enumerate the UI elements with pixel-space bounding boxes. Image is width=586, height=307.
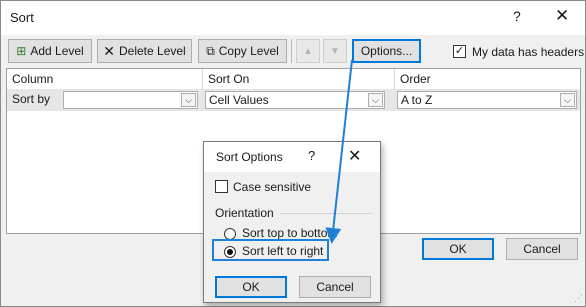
- my-data-headers-label: My data has headers: [472, 45, 585, 59]
- add-level-button[interactable]: ⊞ Add Level: [8, 39, 92, 63]
- sort-on-select[interactable]: Cell Values ⌵: [205, 91, 385, 109]
- title-bar: Sort ? ✕: [1, 1, 585, 35]
- options-ok-label: OK: [242, 280, 260, 294]
- left-to-right-highlight: [212, 239, 329, 261]
- add-level-icon: ⊞: [16, 44, 27, 58]
- close-icon[interactable]: ✕: [348, 146, 361, 166]
- delete-icon: ✕: [103, 42, 115, 59]
- delete-level-button[interactable]: ✕ Delete Level: [97, 39, 192, 63]
- order-select[interactable]: A to Z ⌵: [397, 91, 577, 109]
- sort-options-dialog: Sort Options ? ✕ Case sensitive Orientat…: [203, 141, 381, 303]
- order-select-value: A to Z: [401, 93, 433, 107]
- top-to-bottom-label: Sort top to bottom: [242, 226, 338, 240]
- add-level-label: Add Level: [30, 44, 84, 58]
- sort-options-title-bar: Sort Options ? ✕: [204, 142, 380, 172]
- cancel-label: Cancel: [523, 242, 561, 256]
- help-icon[interactable]: ?: [513, 8, 521, 24]
- orientation-label: Orientation: [215, 206, 274, 220]
- cancel-button[interactable]: Cancel: [506, 238, 578, 260]
- move-up-button[interactable]: ▲: [296, 39, 320, 63]
- my-data-headers-checkbox[interactable]: ✓: [453, 45, 466, 58]
- chevron-down-icon[interactable]: ⌵: [368, 93, 383, 107]
- toolbar-separator: [291, 39, 292, 63]
- dialog-title: Sort: [10, 10, 34, 25]
- options-cancel-button[interactable]: Cancel: [299, 276, 371, 298]
- column-select[interactable]: ⌵: [63, 91, 198, 109]
- sort-on-header: Sort On: [203, 69, 395, 89]
- sort-by-label: Sort by: [12, 92, 51, 106]
- sort-level-row[interactable]: Sort by ⌵ Cell Values ⌵ A to Z ⌵: [7, 89, 580, 111]
- move-down-button[interactable]: ▼: [323, 39, 347, 63]
- delete-level-label: Delete Level: [119, 44, 186, 58]
- copy-level-button[interactable]: ⧉ Copy Level: [198, 39, 287, 63]
- options-ok-button[interactable]: OK: [215, 276, 287, 298]
- case-sensitive-checkbox[interactable]: [215, 180, 228, 193]
- help-icon[interactable]: ?: [308, 148, 315, 163]
- options-label: Options...: [360, 44, 413, 58]
- options-button[interactable]: Options...: [352, 39, 421, 63]
- chevron-down-icon[interactable]: ⌵: [560, 93, 575, 107]
- move-down-icon: ▼: [330, 45, 340, 57]
- sort-on-select-value: Cell Values: [209, 93, 269, 107]
- ok-label: OK: [449, 242, 467, 256]
- copy-level-label: Copy Level: [218, 44, 279, 58]
- ok-button[interactable]: OK: [422, 238, 494, 260]
- resize-grip-icon[interactable]: ⋰: [574, 293, 583, 304]
- orientation-divider: [280, 213, 372, 214]
- move-up-icon: ▲: [303, 45, 313, 57]
- chevron-down-icon[interactable]: ⌵: [181, 93, 196, 107]
- column-header: Column: [7, 69, 203, 89]
- order-header: Order: [400, 72, 431, 86]
- copy-icon: ⧉: [206, 43, 215, 58]
- sort-options-title: Sort Options: [216, 150, 283, 164]
- options-cancel-label: Cancel: [316, 280, 354, 294]
- case-sensitive-label: Case sensitive: [233, 180, 312, 194]
- close-icon[interactable]: ✕: [555, 6, 569, 26]
